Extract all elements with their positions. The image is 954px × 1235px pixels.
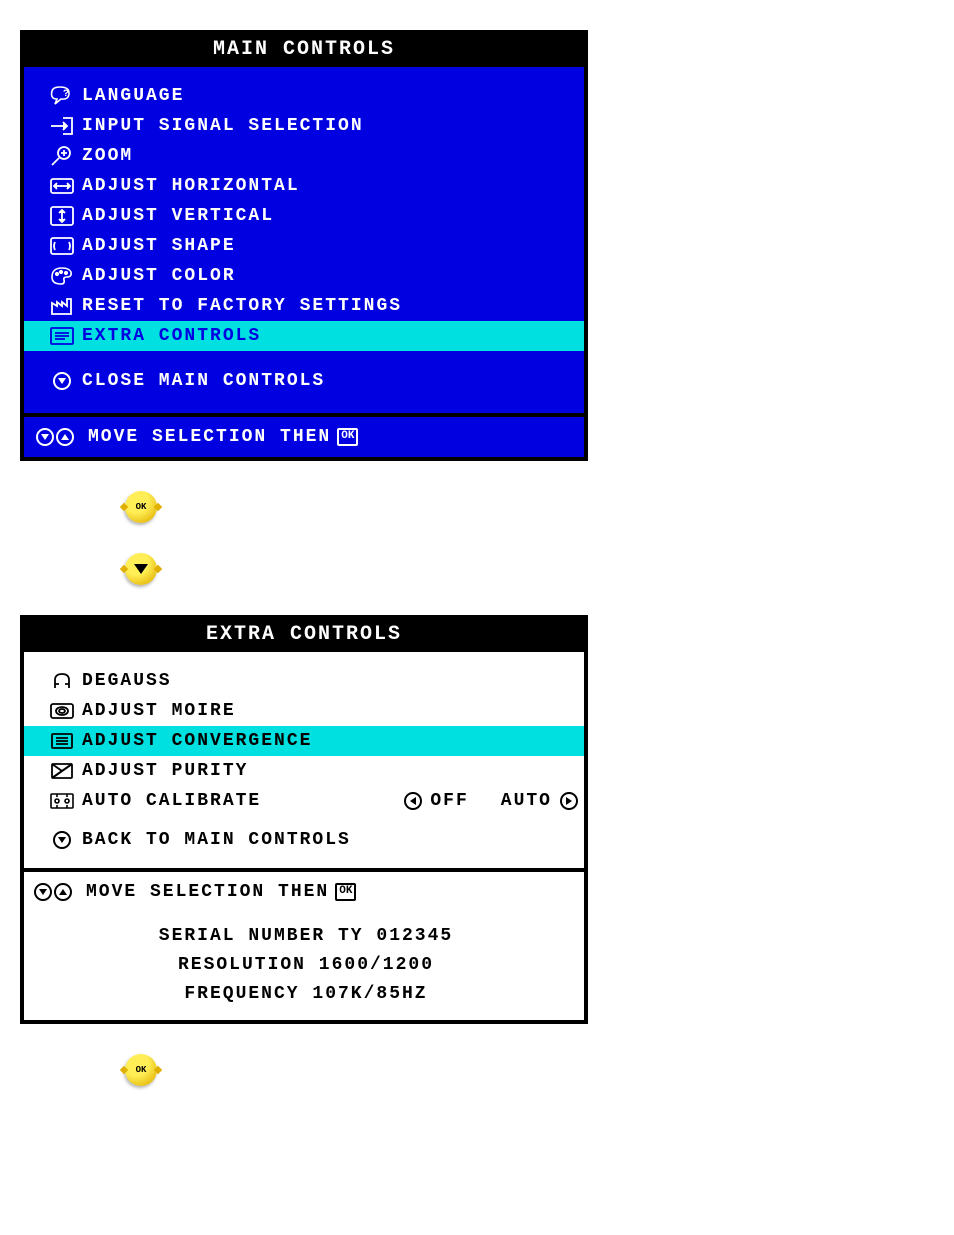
magnet-icon: [42, 670, 82, 692]
menu-label: LANGUAGE: [82, 86, 578, 106]
shape-icon: [42, 235, 82, 257]
triangle-down-icon: [134, 564, 148, 574]
footer-text: MOVE SELECTION THEN: [88, 427, 331, 447]
extra-controls-panel: EXTRA CONTROLS DEGAUSS ADJUST MOIR: [20, 615, 588, 1024]
extra-footer: MOVE SELECTION THEN OK SERIAL NUMBER TY …: [24, 868, 584, 1020]
menu-label: ADJUST SHAPE: [82, 236, 578, 256]
horizontal-arrows-icon: [42, 175, 82, 197]
down-circle-icon: [42, 831, 82, 849]
calibrate-icon: [42, 790, 82, 812]
menu-label: ADJUST HORIZONTAL: [82, 176, 578, 196]
menu-item-input-signal[interactable]: INPUT SIGNAL SELECTION: [24, 111, 584, 141]
menu-item-zoom[interactable]: ZOOM: [24, 141, 584, 171]
extra-menu-list: DEGAUSS ADJUST MOIRE A: [24, 652, 584, 868]
convergence-icon: [42, 730, 82, 752]
main-footer: MOVE SELECTION THEN OK: [24, 413, 584, 457]
main-body: ? LANGUAGE INPUT SIGNAL SELECTION: [24, 67, 584, 457]
menu-item-adjust-convergence[interactable]: ADJUST CONVERGENCE: [24, 726, 584, 756]
menu-item-adjust-vertical[interactable]: ADJUST VERTICAL: [24, 201, 584, 231]
menu-label: ADJUST COLOR: [82, 266, 578, 286]
main-title: MAIN CONTROLS: [24, 34, 584, 67]
auto-label: AUTO: [501, 791, 552, 811]
menu-item-auto-calibrate[interactable]: AUTO CALIBRATE OFF AUTO: [24, 786, 584, 816]
moire-icon: [42, 700, 82, 722]
ok-button[interactable]: OK: [125, 491, 157, 523]
ok-button-label: OK: [136, 1065, 147, 1075]
ok-button-label: OK: [136, 502, 147, 512]
input-arrow-icon: [42, 115, 82, 137]
menu-label: DEGAUSS: [82, 671, 578, 691]
speech-question-icon: ?: [42, 85, 82, 107]
menu-item-adjust-color[interactable]: ADJUST COLOR: [24, 261, 584, 291]
footer-text: MOVE SELECTION THEN: [86, 882, 329, 902]
ok-button[interactable]: OK: [125, 1054, 157, 1086]
list-box-icon: [42, 325, 82, 347]
purity-icon: [42, 760, 82, 782]
menu-item-close-main[interactable]: CLOSE MAIN CONTROLS: [24, 351, 584, 409]
menu-label: EXTRA CONTROLS: [82, 326, 578, 346]
menu-label: CLOSE MAIN CONTROLS: [82, 371, 578, 391]
menu-item-adjust-moire[interactable]: ADJUST MOIRE: [24, 696, 584, 726]
factory-icon: [42, 295, 82, 317]
menu-label: RESET TO FACTORY SETTINGS: [82, 296, 578, 316]
menu-label: BACK TO MAIN CONTROLS: [82, 830, 578, 850]
svg-text:?: ?: [63, 89, 71, 100]
main-menu-list: ? LANGUAGE INPUT SIGNAL SELECTION: [24, 67, 584, 413]
menu-label: ADJUST VERTICAL: [82, 206, 578, 226]
menu-label: ADJUST MOIRE: [82, 701, 578, 721]
menu-item-degauss[interactable]: DEGAUSS: [24, 666, 584, 696]
menu-item-language[interactable]: ? LANGUAGE: [24, 81, 584, 111]
menu-label: ADJUST PURITY: [82, 761, 578, 781]
frequency-line: FREQUENCY 107K/85HZ: [34, 980, 578, 1009]
extra-body: DEGAUSS ADJUST MOIRE A: [24, 652, 584, 1020]
menu-item-extra-controls[interactable]: EXTRA CONTROLS: [24, 321, 584, 351]
left-circle-icon: [404, 792, 422, 810]
down-circle-icon: [42, 372, 82, 390]
menu-label: ADJUST CONVERGENCE: [82, 731, 578, 751]
menu-item-adjust-purity[interactable]: ADJUST PURITY: [24, 756, 584, 786]
palette-icon: [42, 265, 82, 287]
auto-calibrate-options: OFF AUTO: [404, 791, 578, 811]
extra-title: EXTRA CONTROLS: [24, 619, 584, 652]
menu-item-reset-factory[interactable]: RESET TO FACTORY SETTINGS: [24, 291, 584, 321]
up-down-circles-icon: [36, 428, 74, 446]
menu-item-adjust-horizontal[interactable]: ADJUST HORIZONTAL: [24, 171, 584, 201]
right-circle-icon: [560, 792, 578, 810]
menu-label: AUTO CALIBRATE: [82, 791, 404, 811]
vertical-arrows-icon: [42, 205, 82, 227]
ok-icon: OK: [337, 428, 358, 445]
menu-label: INPUT SIGNAL SELECTION: [82, 116, 578, 136]
off-label: OFF: [430, 791, 468, 811]
menu-item-back[interactable]: BACK TO MAIN CONTROLS: [24, 816, 584, 864]
main-controls-panel: MAIN CONTROLS ? LANGUAGE INPUT SIGN: [20, 30, 588, 461]
menu-label: ZOOM: [82, 146, 578, 166]
up-down-circles-icon: [34, 883, 72, 901]
info-block: SERIAL NUMBER TY 012345 RESOLUTION 1600/…: [34, 902, 578, 1018]
resolution-line: RESOLUTION 1600/1200: [34, 951, 578, 980]
serial-line: SERIAL NUMBER TY 012345: [34, 922, 578, 951]
ok-icon: OK: [335, 883, 356, 900]
magnify-plus-icon: [42, 145, 82, 167]
menu-item-adjust-shape[interactable]: ADJUST SHAPE: [24, 231, 584, 261]
down-button[interactable]: [125, 553, 157, 585]
